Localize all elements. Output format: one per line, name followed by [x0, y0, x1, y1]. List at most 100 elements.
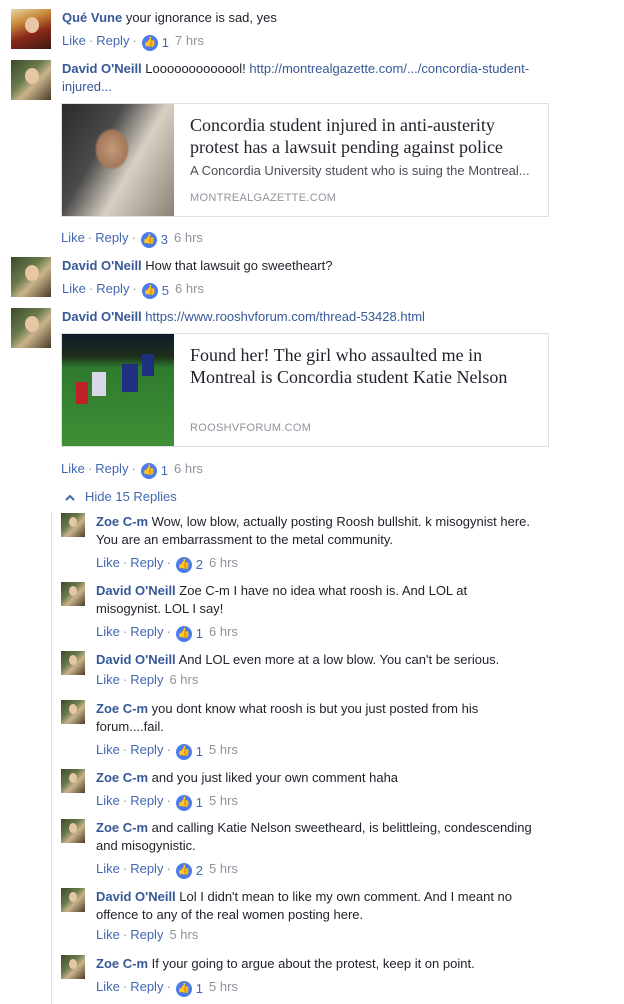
- avatar[interactable]: [61, 888, 85, 912]
- thumbs-up-icon: 👍: [141, 283, 158, 299]
- avatar[interactable]: [11, 308, 51, 348]
- like-button[interactable]: Like: [62, 281, 86, 296]
- reply-text-continued: offence to any of the real women posting…: [96, 907, 364, 922]
- reply-button[interactable]: Reply: [130, 793, 163, 808]
- reply-button[interactable]: Reply: [130, 624, 163, 639]
- thumbs-up-icon: 👍: [175, 863, 192, 879]
- timestamp[interactable]: 5 hrs: [203, 861, 238, 876]
- avatar[interactable]: [61, 819, 85, 843]
- like-button[interactable]: Like: [96, 927, 120, 942]
- like-count[interactable]: 👍 2: [174, 556, 203, 574]
- avatar[interactable]: [61, 769, 85, 793]
- reply-author[interactable]: David O'Neill: [96, 652, 176, 667]
- reply-author[interactable]: David O'Neill: [96, 889, 176, 904]
- like-count[interactable]: 👍 2: [174, 862, 203, 880]
- avatar[interactable]: [61, 582, 85, 606]
- like-button[interactable]: Like: [96, 742, 120, 757]
- like-button[interactable]: Like: [96, 672, 120, 687]
- reply-button[interactable]: Reply: [130, 555, 163, 570]
- comment-link[interactable]: https://www.rooshvforum.com/thread-53428…: [145, 309, 425, 324]
- timestamp[interactable]: 5 hrs: [203, 979, 238, 994]
- timestamp[interactable]: 6 hrs: [168, 230, 203, 245]
- preview-title[interactable]: Found her! The girl who assaulted me in …: [190, 344, 540, 388]
- like-count[interactable]: 👍 3: [139, 231, 168, 249]
- reply-button[interactable]: Reply: [95, 461, 128, 476]
- comment-author[interactable]: Qué Vune: [62, 10, 122, 25]
- reply-text: Lol I didn't mean to like my own comment…: [179, 889, 513, 904]
- timestamp[interactable]: 6 hrs: [168, 461, 203, 476]
- timestamp[interactable]: 7 hrs: [169, 33, 204, 48]
- like-button[interactable]: Like: [96, 555, 120, 570]
- like-button[interactable]: Like: [61, 461, 85, 476]
- comment-author[interactable]: David O'Neill: [62, 61, 142, 76]
- preview-title[interactable]: Concordia student injured in anti-auster…: [190, 114, 540, 158]
- like-button[interactable]: Like: [62, 33, 86, 48]
- comment-text: Looooooooooool!: [145, 61, 246, 76]
- replies-thread-line: [51, 512, 52, 1004]
- thumbs-up-icon: 👍: [175, 557, 192, 573]
- timestamp[interactable]: 5 hrs: [203, 742, 238, 757]
- reply-button[interactable]: Reply: [96, 281, 129, 296]
- comment-text: your ignorance is sad, yes: [125, 10, 277, 25]
- reply-author[interactable]: David O'Neill: [96, 583, 176, 598]
- like-count[interactable]: 👍 1: [174, 743, 203, 761]
- avatar[interactable]: [61, 513, 85, 537]
- reply-author[interactable]: Zoe C-m: [96, 820, 148, 835]
- reply-button[interactable]: Reply: [130, 927, 163, 942]
- preview-thumbnail: [62, 334, 174, 446]
- like-count[interactable]: 👍 1: [174, 625, 203, 643]
- like-count[interactable]: 👍 1: [174, 980, 203, 998]
- link-preview-card[interactable]: Found her! The girl who assaulted me in …: [61, 333, 549, 447]
- avatar[interactable]: [61, 700, 85, 724]
- timestamp[interactable]: 6 hrs: [169, 281, 204, 296]
- avatar[interactable]: [61, 955, 85, 979]
- like-button[interactable]: Like: [61, 230, 85, 245]
- comment-link[interactable]: http://montrealgazette.com/.../concordia…: [249, 61, 529, 76]
- reply-author[interactable]: Zoe C-m: [96, 770, 148, 785]
- reply-button[interactable]: Reply: [130, 861, 163, 876]
- like-button[interactable]: Like: [96, 861, 120, 876]
- reply-text: you dont know what roosh is but you just…: [151, 701, 479, 716]
- link-preview-card[interactable]: Concordia student injured in anti-auster…: [61, 103, 549, 217]
- like-count[interactable]: 👍 1: [140, 34, 169, 52]
- reply-button[interactable]: Reply: [130, 979, 163, 994]
- like-button[interactable]: Like: [96, 624, 120, 639]
- comment-author[interactable]: David O'Neill: [62, 258, 142, 273]
- reply-actions: Like · Reply · 👍 1 6 hrs: [96, 624, 238, 643]
- like-button[interactable]: Like: [96, 979, 120, 994]
- like-count[interactable]: 👍 1: [174, 794, 203, 812]
- like-count[interactable]: 👍 5: [140, 282, 169, 300]
- timestamp[interactable]: 5 hrs: [163, 927, 198, 942]
- thumbs-up-icon: 👍: [175, 744, 192, 760]
- reply-button[interactable]: Reply: [96, 33, 129, 48]
- reply-text: and calling Katie Nelson sweetheard, is …: [151, 820, 532, 835]
- reply-text: If your going to argue about the protest…: [151, 956, 475, 971]
- like-button[interactable]: Like: [96, 793, 120, 808]
- reply-author[interactable]: Zoe C-m: [96, 956, 148, 971]
- reply-author[interactable]: Zoe C-m: [96, 701, 148, 716]
- like-count[interactable]: 👍 1: [139, 462, 168, 480]
- comment-actions: Like · Reply · 👍 3 6 hrs: [61, 230, 203, 249]
- timestamp[interactable]: 6 hrs: [203, 624, 238, 639]
- reply-button[interactable]: Reply: [130, 742, 163, 757]
- timestamp[interactable]: 6 hrs: [203, 555, 238, 570]
- reply-text: Wow, low blow, actually posting Roosh bu…: [151, 514, 531, 529]
- chevron-up-icon: [65, 488, 75, 506]
- avatar[interactable]: [11, 60, 51, 100]
- avatar[interactable]: [11, 257, 51, 297]
- reply-actions: Like · Reply · 👍 1 5 hrs: [96, 793, 238, 812]
- avatar[interactable]: [61, 651, 85, 675]
- reply-button[interactable]: Reply: [130, 672, 163, 687]
- thumbs-up-icon: 👍: [175, 981, 192, 997]
- reply-text-continued: misogynist. LOL I say!: [96, 601, 224, 616]
- reply-button[interactable]: Reply: [95, 230, 128, 245]
- comment-link-continued[interactable]: injured...: [62, 79, 112, 94]
- timestamp[interactable]: 6 hrs: [163, 672, 198, 687]
- reply-author[interactable]: Zoe C-m: [96, 514, 148, 529]
- reply-text-continued: forum....fail.: [96, 719, 164, 734]
- timestamp[interactable]: 5 hrs: [203, 793, 238, 808]
- hide-replies-button[interactable]: Hide 15 Replies: [65, 488, 177, 506]
- comment-author[interactable]: David O'Neill: [62, 309, 142, 324]
- avatar[interactable]: [11, 9, 51, 49]
- thumbs-up-icon: 👍: [175, 626, 192, 642]
